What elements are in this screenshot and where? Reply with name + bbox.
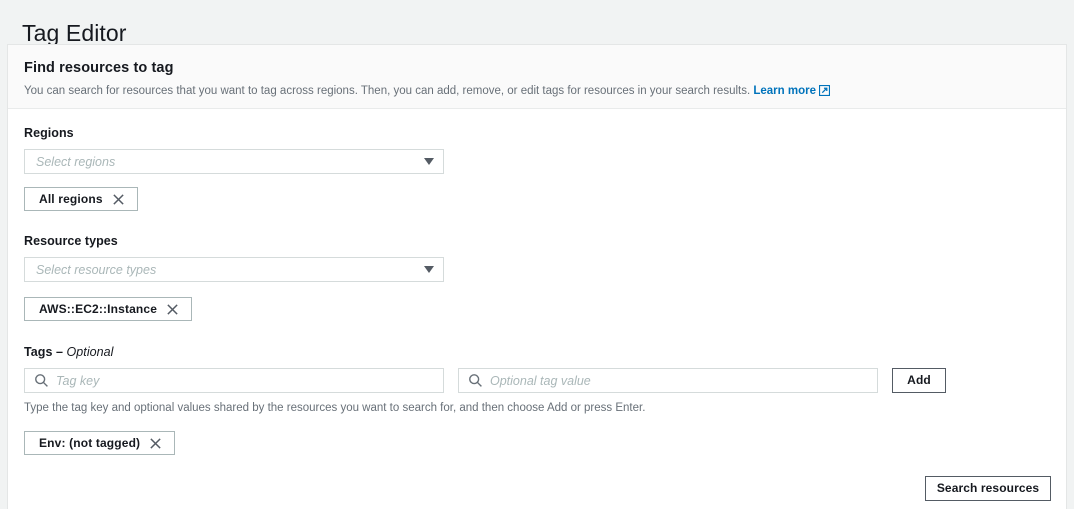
tag-key-input[interactable]: Tag key: [24, 368, 444, 393]
panel-header-title: Find resources to tag: [24, 60, 174, 76]
resource-types-select[interactable]: Select resource types: [24, 257, 444, 282]
token-label: All regions: [39, 192, 103, 206]
close-icon[interactable]: [112, 193, 125, 206]
resource-types-label: Resource types: [24, 234, 118, 248]
add-tag-button[interactable]: Add: [892, 368, 946, 393]
search-icon: [468, 373, 483, 393]
resource-types-select-placeholder: Select resource types: [36, 263, 157, 277]
search-resources-button[interactable]: Search resources: [925, 476, 1051, 501]
chevron-down-icon: [424, 266, 434, 273]
tag-editor-page: Tag Editor Find resources to tag You can…: [0, 0, 1074, 509]
panel-actions: Search resources: [925, 476, 1051, 501]
resource-types-token-list: AWS::EC2::Instance: [24, 297, 1050, 321]
panel-body: Regions Select regions All regions Resou…: [8, 109, 1066, 471]
search-icon: [34, 373, 49, 393]
token-all-regions[interactable]: All regions: [24, 187, 138, 211]
tag-value-placeholder: Optional tag value: [490, 374, 591, 388]
regions-token-list: All regions: [24, 187, 1050, 211]
token-env-not-tagged[interactable]: Env: (not tagged): [24, 431, 176, 455]
tags-label-separator: –: [52, 345, 67, 359]
tags-label: Tags – Optional: [24, 344, 1050, 360]
regions-label: Regions: [24, 126, 74, 140]
tags-input-row: Tag key Optional tag value Add: [24, 368, 1050, 393]
find-resources-panel: Find resources to tag You can search for…: [7, 44, 1067, 509]
tags-label-text: Tags: [24, 345, 53, 359]
external-link-icon: [818, 84, 831, 101]
learn-more-label: Learn more: [753, 85, 816, 97]
close-icon[interactable]: [149, 437, 162, 450]
learn-more-link[interactable]: Learn more: [753, 85, 816, 97]
panel-header: Find resources to tag You can search for…: [8, 45, 1066, 109]
tags-optional-text: Optional: [66, 345, 114, 359]
token-label: AWS::EC2::Instance: [39, 302, 158, 316]
tags-token-list: Env: (not tagged): [24, 431, 1050, 455]
token-aws-ec2-instance[interactable]: AWS::EC2::Instance: [24, 297, 193, 321]
regions-select[interactable]: Select regions: [24, 149, 444, 174]
token-label: Env: (not tagged): [39, 436, 141, 450]
chevron-down-icon: [424, 158, 434, 165]
tag-value-input[interactable]: Optional tag value: [458, 368, 878, 393]
close-icon[interactable]: [166, 303, 179, 316]
panel-description-text: You can search for resources that you wa…: [24, 85, 754, 97]
panel-header-description: You can search for resources that you wa…: [24, 83, 1050, 101]
regions-select-placeholder: Select regions: [36, 155, 116, 169]
tag-key-placeholder: Tag key: [56, 374, 100, 388]
tags-hint-text: Type the tag key and optional values sha…: [24, 402, 646, 414]
